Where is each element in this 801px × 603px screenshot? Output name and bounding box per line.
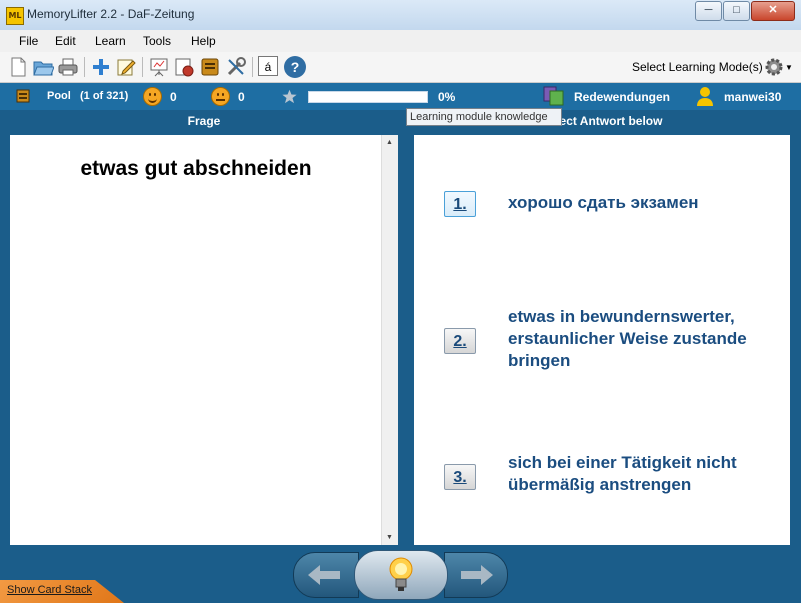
answer-3-text[interactable]: sich bei einer Tätigkeit nicht übermäßig… [508, 452, 778, 496]
window-title: MemoryLifter 2.2 - DaF-Zeitung [27, 7, 195, 21]
knowledge-progress-bar [308, 91, 428, 103]
unknown-smiley-icon [211, 87, 230, 106]
question-scrollbar[interactable]: ▲ ▼ [381, 135, 398, 545]
scroll-down-icon[interactable]: ▼ [386, 534, 393, 541]
question-pane: etwas gut abschneiden ▲ ▼ [10, 135, 398, 545]
answer-3-button[interactable]: 3. [444, 464, 476, 490]
minimize-button[interactable]: ─ [695, 1, 722, 21]
presentation-icon[interactable] [148, 56, 170, 78]
chapter-icon [543, 86, 564, 106]
known-smiley-icon [143, 87, 162, 106]
menu-bar: File Edit Learn Tools Help [0, 30, 801, 52]
arrow-left-icon [308, 565, 340, 585]
arrow-right-icon [461, 565, 493, 585]
toolbar: á ? Select Learning Mode(s) ▼ [0, 52, 801, 83]
title-bar: ML MemoryLifter 2.2 - DaF-Zeitung ─ □ ✕ [0, 0, 801, 31]
add-card-icon[interactable] [90, 56, 112, 78]
pool-box-icon [16, 89, 30, 103]
previous-card-button[interactable] [293, 552, 359, 598]
progress-percent: 0% [438, 90, 456, 104]
pool-count: (1 of 321) [80, 90, 129, 102]
show-card-stack-link[interactable]: Show Card Stack [7, 584, 92, 596]
close-button[interactable]: ✕ [751, 1, 795, 21]
statistics-icon[interactable] [173, 56, 195, 78]
window-controls: ─ □ ✕ [694, 1, 795, 21]
new-document-icon[interactable] [7, 56, 29, 78]
user-icon [697, 87, 713, 106]
maximize-button[interactable]: □ [723, 1, 750, 21]
user-name[interactable]: manwei30 [724, 90, 781, 104]
chevron-down-icon[interactable]: ▼ [785, 63, 793, 72]
edit-card-icon[interactable] [115, 56, 137, 78]
toolbar-separator [84, 57, 85, 77]
chapter-name[interactable]: Redewendungen [574, 90, 670, 104]
menu-learn[interactable]: Learn [95, 34, 126, 48]
answer-1-button[interactable]: 1. [444, 191, 476, 217]
answer-1-text[interactable]: хорошо сдать экзамен [508, 192, 778, 214]
pool-label: Pool [47, 90, 71, 102]
gear-icon[interactable] [764, 57, 784, 77]
answer-2-text[interactable]: etwas in bewundernswerter, erstaunlicher… [508, 306, 778, 372]
answer-pane: 1. хорошо сдать экзамен 2. etwas in bewu… [414, 135, 790, 545]
knowledge-tooltip: Learning module knowledge [406, 108, 562, 126]
lightbulb-icon [389, 557, 413, 591]
known-count: 0 [170, 90, 177, 104]
status-bar: Pool (1 of 321) 0 0 0% Redewendungen man… [0, 83, 801, 110]
toolbar-separator [252, 57, 253, 77]
unknown-count: 0 [238, 90, 245, 104]
star-icon [282, 89, 297, 104]
memorylifter-window: ML MemoryLifter 2.2 - DaF-Zeitung ─ □ ✕ … [0, 0, 801, 603]
menu-help[interactable]: Help [191, 34, 216, 48]
help-icon[interactable]: ? [284, 56, 306, 78]
question-header: Frage [187, 114, 221, 128]
bottom-navigation [0, 545, 801, 603]
menu-file[interactable]: File [19, 34, 38, 48]
menu-edit[interactable]: Edit [55, 34, 76, 48]
special-char-icon[interactable]: á [258, 56, 278, 76]
toolbar-separator [142, 57, 143, 77]
menu-tools[interactable]: Tools [143, 34, 171, 48]
next-card-button[interactable] [444, 552, 508, 598]
learning-modes-label[interactable]: Select Learning Mode(s) [632, 60, 763, 74]
question-text: etwas gut abschneiden [80, 157, 312, 180]
scroll-up-icon[interactable]: ▲ [386, 139, 393, 146]
tools-icon[interactable] [225, 56, 247, 78]
answer-2-button[interactable]: 2. [444, 328, 476, 354]
app-logo-icon: ML [6, 7, 24, 25]
open-folder-icon[interactable] [32, 56, 54, 78]
book-icon[interactable] [199, 56, 221, 78]
show-answer-button[interactable] [354, 550, 448, 600]
print-icon[interactable] [57, 56, 79, 78]
